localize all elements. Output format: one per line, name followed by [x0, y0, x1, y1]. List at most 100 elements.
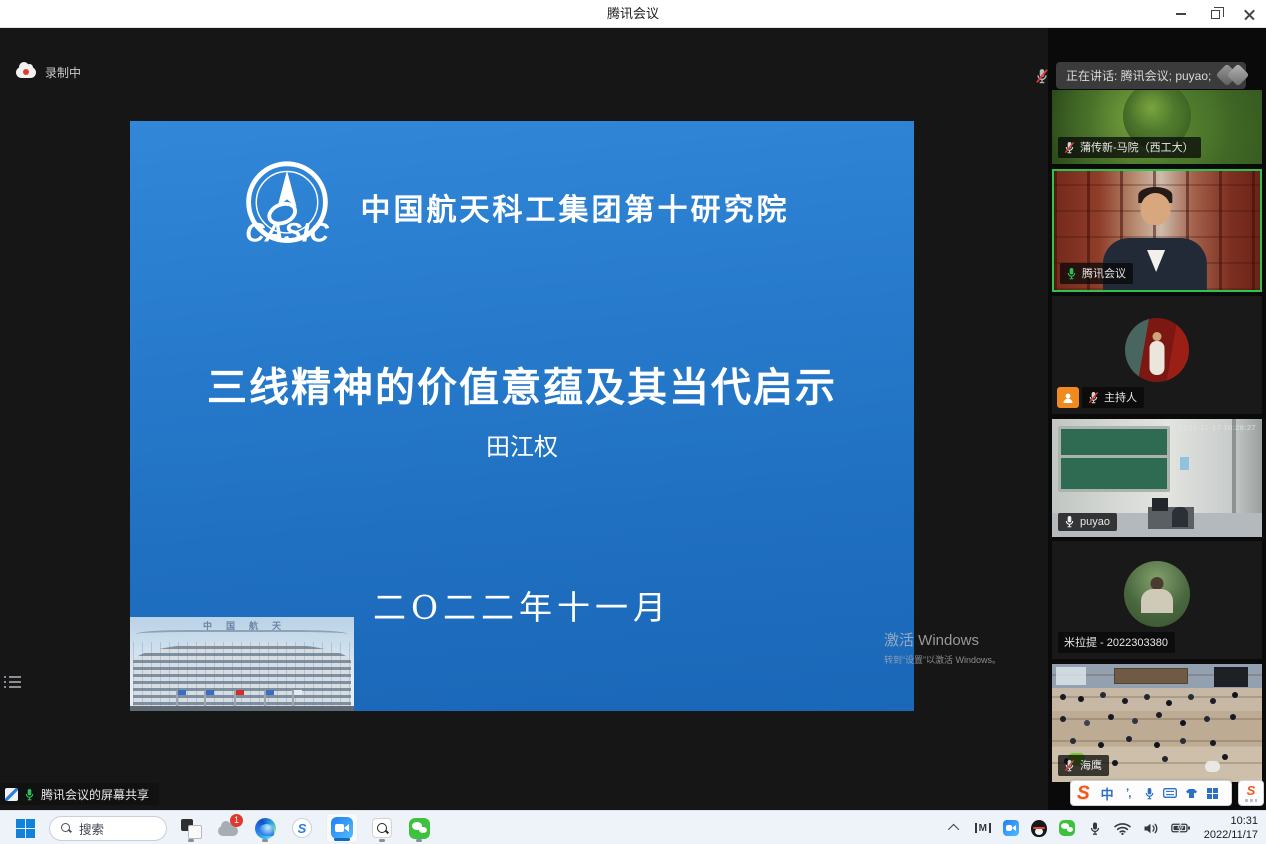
tray-tencent-meeting[interactable]	[1002, 815, 1020, 841]
tray-qq[interactable]	[1030, 815, 1048, 841]
active-mic-icon	[1066, 267, 1077, 280]
building-photo: 中国航天	[130, 617, 354, 711]
participant-label: puyao	[1058, 513, 1117, 531]
screen-share-status[interactable]: 腾讯会议的屏幕共享	[0, 783, 159, 805]
squares-app-icon	[180, 817, 202, 839]
video-tile-1[interactable]: 蒲传新-马院（西工大）	[1052, 90, 1262, 164]
flag-icon	[204, 690, 206, 706]
member-list-icon[interactable]	[4, 676, 22, 690]
chevron-up-icon	[948, 824, 959, 835]
video-tile-5[interactable]: 米拉提 - 2022303380	[1052, 541, 1262, 659]
close-button[interactable]	[1232, 0, 1266, 28]
taskbar-app-sogou[interactable]: S	[289, 813, 315, 843]
tray-wechat[interactable]	[1058, 815, 1076, 841]
minimize-icon	[1176, 13, 1186, 15]
taskbar-app-squares[interactable]	[178, 813, 204, 843]
restore-button[interactable]	[1198, 0, 1232, 28]
annotation-icon	[5, 788, 18, 801]
muted-mic-icon	[1064, 141, 1075, 154]
close-icon	[1244, 9, 1255, 20]
battery-charging-icon	[1171, 822, 1191, 834]
taskbar-search[interactable]: 搜索	[49, 816, 167, 841]
wechat-icon	[1059, 820, 1075, 836]
sogou-pinyin-icon: S	[292, 818, 312, 838]
edge-icon	[255, 818, 276, 839]
tray-wifi[interactable]	[1114, 815, 1132, 841]
windows-start-icon	[16, 819, 35, 838]
clock-time: 10:31	[1204, 814, 1258, 828]
ime-chinese-mode-icon[interactable]: 中	[1097, 782, 1118, 804]
camera-timestamp: 2022-11-17 10:28:27	[1179, 423, 1256, 432]
wechat-icon	[409, 818, 430, 839]
cloud-recording-icon	[16, 67, 36, 78]
video-tile-6[interactable]: 海鹰	[1052, 664, 1262, 782]
m-app-icon: M	[975, 823, 991, 834]
cloud-app-icon: 1	[217, 817, 239, 839]
video-tile-2-active-speaker[interactable]: 腾讯会议	[1052, 169, 1262, 292]
slide-author: 田江权	[130, 427, 914, 462]
recording-indicator[interactable]: 录制中	[16, 64, 81, 81]
system-tray: M 10:31 2022/11/17	[946, 811, 1258, 844]
sogou-mini-dots-icon	[1245, 799, 1257, 802]
tencent-meeting-icon	[1003, 820, 1019, 836]
app-window: 腾讯会议 录制中 正在讲话: 腾讯会议; puyao;	[0, 0, 1266, 844]
search-icon	[61, 823, 72, 834]
participant-label: 米拉提 - 2022303380	[1058, 632, 1175, 653]
hidden-icons-chevron[interactable]	[946, 815, 964, 841]
china-flag-icon	[234, 690, 236, 706]
sogou-mini-panel[interactable]: S	[1238, 780, 1264, 806]
tray-microphone[interactable]	[1086, 815, 1104, 841]
recording-label: 录制中	[45, 64, 81, 81]
screen-share-label: 腾讯会议的屏幕共享	[41, 786, 149, 803]
wifi-icon	[1114, 822, 1131, 835]
minimize-button[interactable]	[1164, 0, 1198, 28]
participant-label: 腾讯会议	[1060, 263, 1133, 284]
muted-mic-icon	[1064, 759, 1075, 772]
avatar	[1124, 561, 1190, 627]
muted-mic-icon	[1035, 68, 1049, 89]
sogou-ime-toolbar[interactable]: S 中 ’,	[1070, 780, 1232, 806]
ime-skin-icon[interactable]	[1181, 782, 1202, 804]
titlebar: 腾讯会议	[0, 0, 1266, 28]
ime-toolbox-icon[interactable]	[1202, 782, 1223, 804]
windows-taskbar: 搜索 1 S M	[0, 810, 1266, 844]
sogou-logo-icon[interactable]: S	[1077, 784, 1090, 803]
qq-icon	[1031, 820, 1047, 837]
slide-title: 三线精神的价值意蕴及其当代启示	[130, 355, 914, 413]
restore-icon	[1211, 10, 1220, 19]
participant-label: 蒲传新-马院（西工大）	[1058, 137, 1201, 158]
host-badge-icon	[1057, 387, 1079, 408]
video-tile-4[interactable]: 2022-11-17 10:28:27 puyao	[1052, 419, 1262, 537]
mic-on-icon	[1064, 515, 1075, 528]
magnifier-q-icon	[372, 818, 392, 838]
volume-icon	[1143, 822, 1159, 835]
ime-punctuation-icon[interactable]: ’,	[1118, 782, 1139, 804]
start-button[interactable]	[12, 813, 38, 843]
video-tile-3-host[interactable]: 主持人	[1052, 296, 1262, 414]
notification-badge: 1	[230, 814, 243, 827]
taskbar-clock[interactable]: 10:31 2022/11/17	[1204, 814, 1258, 843]
ime-voice-icon[interactable]	[1139, 782, 1160, 804]
tray-battery[interactable]	[1170, 815, 1192, 841]
tray-m-app[interactable]: M	[974, 815, 992, 841]
window-controls	[1164, 0, 1266, 28]
taskbar-apps: 搜索 1 S	[12, 811, 432, 844]
taskbar-app-wechat[interactable]	[406, 813, 432, 843]
casic-logo-icon: CASIC	[239, 159, 335, 255]
slide-header: CASIC 中国航天科工集团第十研究院	[130, 159, 906, 255]
slide-org-name: 中国航天科工集团第十研究院	[361, 185, 790, 229]
meeting-main-area: 录制中 正在讲话: 腾讯会议; puyao; CASIC	[0, 28, 1266, 810]
taskbar-app-edge[interactable]	[252, 813, 278, 843]
taskbar-app-quick-search[interactable]	[369, 813, 395, 843]
taskbar-app-cloud[interactable]: 1	[215, 813, 241, 843]
clock-date: 2022/11/17	[1204, 828, 1258, 842]
flag-icon	[176, 690, 178, 706]
tray-volume[interactable]	[1142, 815, 1160, 841]
participant-label: 海鹰	[1058, 755, 1109, 776]
svg-text:CASIC: CASIC	[245, 218, 329, 248]
speaking-banner: 正在讲话: 腾讯会议; puyao;	[1056, 62, 1246, 89]
ime-keyboard-icon[interactable]	[1160, 782, 1181, 804]
speaker-avatars	[1217, 62, 1251, 89]
taskbar-app-tencent-meeting[interactable]	[326, 813, 358, 843]
shared-screen-slide: CASIC 中国航天科工集团第十研究院 三线精神的价值意蕴及其当代启示 田江权 …	[130, 121, 914, 711]
